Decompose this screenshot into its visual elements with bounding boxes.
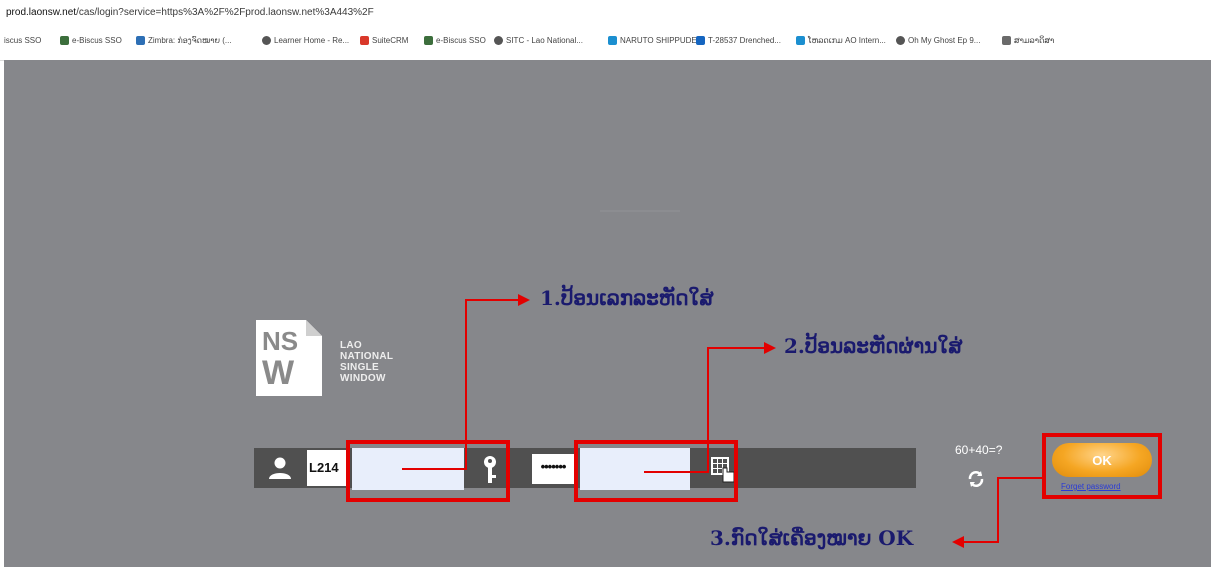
- highlight-password: [574, 440, 738, 502]
- bookmark-label: Learner Home - Re...: [274, 36, 350, 45]
- bookmark-label: ສາມລາດິສາ: [1014, 36, 1055, 45]
- bookmark-label: ໂຫລດເກມ AO Intern...: [808, 36, 886, 45]
- bookmark-item[interactable]: e-Biscus SSO: [424, 36, 486, 45]
- ok-button[interactable]: OK: [1052, 443, 1152, 477]
- drop-icon: [696, 36, 705, 45]
- bookmark-label: Oh My Ghost Ep 9...: [908, 36, 981, 45]
- bookmark-item[interactable]: e-Biscus SSO: [60, 36, 122, 45]
- brand-line-1: LAO: [340, 340, 363, 351]
- bookmark-item[interactable]: Learner Home - Re...: [262, 36, 349, 45]
- annotation-step1: 1.ປ້ອນເລກລະຫັດໃສ່: [540, 286, 714, 310]
- globe-icon: [896, 36, 905, 45]
- bookmark-item[interactable]: T-28537 Drenched...: [696, 36, 781, 45]
- bookmark-label: e-Biscus SSO: [72, 36, 122, 45]
- app-icon: [1002, 36, 1011, 45]
- bookmark-label: NARUTO SHIPPUDE...: [620, 36, 704, 45]
- bookmark-item[interactable]: ສາມລາດິສາ: [1002, 36, 1054, 45]
- captcha-question: 60+40=?: [955, 443, 1003, 457]
- zimbra-icon: [136, 36, 145, 45]
- tv-icon: [796, 36, 805, 45]
- nsw-logo: NS W: [254, 318, 324, 398]
- bookmark-label: iscus SSO: [4, 36, 42, 45]
- logo-letter-w: W: [262, 354, 295, 392]
- refresh-captcha-icon[interactable]: [965, 468, 987, 490]
- doc-icon: [60, 36, 69, 45]
- bookmarks-bar: iscus SSO e-Biscus SSO Zimbra: ກ່ອງຈົດໝາຍ …: [0, 26, 1211, 61]
- annotation-step3: 3.ກົດໃສ່ເຄື່ອງໝາຍ OK: [710, 526, 914, 550]
- username-prefix: L214: [307, 450, 347, 486]
- forget-password-link[interactable]: Forget password: [1061, 482, 1121, 491]
- bookmark-item[interactable]: Oh My Ghost Ep 9...: [896, 36, 980, 45]
- faint-divider: [600, 210, 680, 212]
- tv-icon: [608, 36, 617, 45]
- user-icon: [258, 452, 302, 484]
- bookmark-label: SITC - Lao National...: [506, 36, 583, 45]
- brand-name: LAO NATIONAL SINGLE WINDOW: [340, 340, 393, 384]
- brand-line-4: WINDOW: [340, 373, 386, 384]
- bookmark-item[interactable]: ໂຫລດເກມ AO Intern...: [796, 36, 886, 45]
- address-bar[interactable]: prod.laonsw.net/cas/login?service=https%…: [0, 0, 1211, 27]
- bookmark-item[interactable]: SITC - Lao National...: [494, 36, 583, 45]
- bookmark-item[interactable]: NARUTO SHIPPUDE...: [608, 36, 703, 45]
- globe-icon: [494, 36, 503, 45]
- bookmark-label: T-28537 Drenched...: [708, 36, 781, 45]
- bookmark-label: Zimbra: ກ່ອງຈົດໝາຍ (...: [148, 36, 232, 45]
- suitecrm-icon: [360, 36, 369, 45]
- url-text[interactable]: prod.laonsw.net/cas/login?service=https%…: [6, 7, 374, 18]
- globe-icon: [262, 36, 271, 45]
- brand-line-2: NATIONAL: [340, 351, 394, 362]
- logo-letters-n-s: NS: [262, 326, 298, 356]
- doc-icon: [424, 36, 433, 45]
- bookmark-label: e-Biscus SSO: [436, 36, 486, 45]
- brand-line-3: SINGLE: [340, 362, 380, 373]
- password-mask: •••••••: [532, 454, 574, 484]
- bookmark-item[interactable]: SuiteCRM: [360, 36, 408, 45]
- highlight-username: [346, 440, 510, 502]
- bookmark-label: SuiteCRM: [372, 36, 409, 45]
- bookmark-item[interactable]: iscus SSO: [4, 36, 41, 45]
- annotation-step2: 2.ປ້ອນລະຫັດຜ່ານໃສ່: [784, 334, 963, 358]
- bookmark-item[interactable]: Zimbra: ກ່ອງຈົດໝາຍ (...: [136, 36, 232, 45]
